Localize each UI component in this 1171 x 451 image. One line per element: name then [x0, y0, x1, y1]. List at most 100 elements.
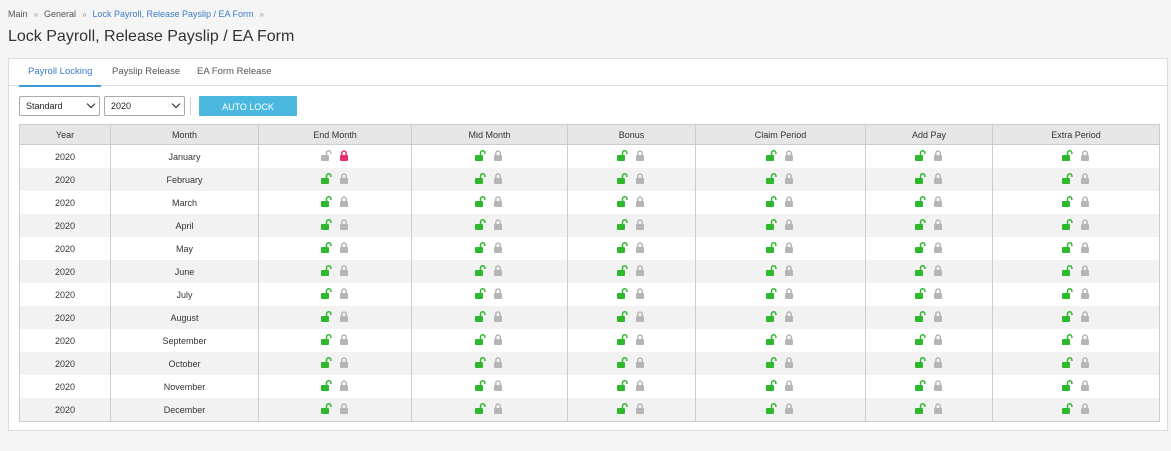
unlock-icon[interactable] [1061, 196, 1073, 207]
unlock-icon[interactable] [765, 311, 777, 322]
lock-icon[interactable] [1080, 150, 1092, 161]
lock-icon[interactable] [933, 403, 945, 414]
lock-icon[interactable] [635, 173, 647, 184]
lock-icon[interactable] [933, 288, 945, 299]
lock-icon[interactable] [1080, 219, 1092, 230]
unlock-icon[interactable] [320, 219, 332, 230]
lock-icon[interactable] [933, 311, 945, 322]
unlock-icon[interactable] [320, 265, 332, 276]
lock-icon[interactable] [493, 150, 505, 161]
unlock-icon[interactable] [765, 196, 777, 207]
unlock-icon[interactable] [616, 288, 628, 299]
unlock-icon[interactable] [616, 265, 628, 276]
unlock-icon[interactable] [765, 288, 777, 299]
unlock-icon[interactable] [1061, 288, 1073, 299]
unlock-icon[interactable] [474, 380, 486, 391]
unlock-icon[interactable] [474, 219, 486, 230]
lock-icon[interactable] [933, 242, 945, 253]
unlock-icon[interactable] [1061, 150, 1073, 161]
lock-icon[interactable] [1080, 265, 1092, 276]
tab-payroll-locking[interactable]: Payroll Locking [19, 59, 102, 87]
lock-icon[interactable] [933, 357, 945, 368]
lock-icon[interactable] [1080, 403, 1092, 414]
unlock-icon[interactable] [320, 288, 332, 299]
lock-icon[interactable] [635, 265, 647, 276]
unlock-icon[interactable] [1061, 403, 1073, 414]
unlock-icon[interactable] [765, 242, 777, 253]
lock-icon[interactable] [635, 242, 647, 253]
auto-lock-setting-button[interactable]: AUTO LOCK SETTING [199, 96, 297, 132]
lock-icon[interactable] [1080, 334, 1092, 345]
unlock-icon[interactable] [765, 150, 777, 161]
unlock-icon[interactable] [474, 150, 486, 161]
unlock-icon[interactable] [616, 380, 628, 391]
lock-icon[interactable] [493, 265, 505, 276]
unlock-icon[interactable] [1061, 311, 1073, 322]
unlock-icon[interactable] [320, 357, 332, 368]
lock-icon[interactable] [339, 311, 351, 322]
lock-icon[interactable] [784, 173, 796, 184]
unlock-icon[interactable] [1061, 357, 1073, 368]
lock-icon[interactable] [493, 219, 505, 230]
lock-icon[interactable] [493, 242, 505, 253]
unlock-icon[interactable] [320, 242, 332, 253]
lock-icon[interactable] [493, 196, 505, 207]
year-select[interactable]: 2020 [104, 96, 185, 116]
breadcrumb-general[interactable]: General [44, 9, 76, 19]
unlock-icon[interactable] [765, 334, 777, 345]
lock-icon[interactable] [784, 403, 796, 414]
unlock-icon[interactable] [914, 265, 926, 276]
lock-icon[interactable] [1080, 311, 1092, 322]
unlock-icon[interactable] [474, 196, 486, 207]
unlock-icon[interactable] [474, 242, 486, 253]
unlock-icon[interactable] [474, 265, 486, 276]
lock-icon[interactable] [493, 380, 505, 391]
lock-icon[interactable] [339, 219, 351, 230]
lock-icon[interactable] [339, 380, 351, 391]
lock-icon[interactable] [339, 334, 351, 345]
unlock-icon[interactable] [765, 173, 777, 184]
lock-icon[interactable] [493, 173, 505, 184]
lock-icon[interactable] [784, 196, 796, 207]
lock-icon[interactable] [1080, 357, 1092, 368]
lock-icon[interactable] [339, 150, 351, 161]
lock-icon[interactable] [933, 265, 945, 276]
unlock-icon[interactable] [320, 173, 332, 184]
lock-icon[interactable] [493, 403, 505, 414]
type-select[interactable]: Standard [19, 96, 100, 116]
unlock-icon[interactable] [914, 219, 926, 230]
lock-icon[interactable] [933, 173, 945, 184]
unlock-icon[interactable] [914, 242, 926, 253]
lock-icon[interactable] [933, 380, 945, 391]
tab-ea-form-release[interactable]: EA Form Release [188, 59, 280, 85]
lock-icon[interactable] [784, 357, 796, 368]
lock-icon[interactable] [784, 265, 796, 276]
lock-icon[interactable] [933, 219, 945, 230]
unlock-icon[interactable] [474, 173, 486, 184]
unlock-icon[interactable] [616, 173, 628, 184]
unlock-icon[interactable] [1061, 219, 1073, 230]
lock-icon[interactable] [493, 357, 505, 368]
unlock-icon[interactable] [914, 173, 926, 184]
lock-icon[interactable] [635, 219, 647, 230]
lock-icon[interactable] [784, 380, 796, 391]
lock-icon[interactable] [493, 334, 505, 345]
unlock-icon[interactable] [474, 288, 486, 299]
unlock-icon[interactable] [616, 219, 628, 230]
unlock-icon[interactable] [616, 357, 628, 368]
unlock-icon[interactable] [914, 334, 926, 345]
unlock-icon[interactable] [320, 334, 332, 345]
unlock-icon[interactable] [474, 334, 486, 345]
unlock-icon[interactable] [474, 311, 486, 322]
breadcrumb-main[interactable]: Main [8, 9, 28, 19]
unlock-icon[interactable] [914, 380, 926, 391]
lock-icon[interactable] [339, 265, 351, 276]
unlock-icon[interactable] [914, 196, 926, 207]
lock-icon[interactable] [339, 242, 351, 253]
lock-icon[interactable] [1080, 196, 1092, 207]
unlock-icon[interactable] [914, 403, 926, 414]
lock-icon[interactable] [784, 334, 796, 345]
unlock-icon[interactable] [320, 403, 332, 414]
lock-icon[interactable] [784, 242, 796, 253]
lock-icon[interactable] [1080, 173, 1092, 184]
